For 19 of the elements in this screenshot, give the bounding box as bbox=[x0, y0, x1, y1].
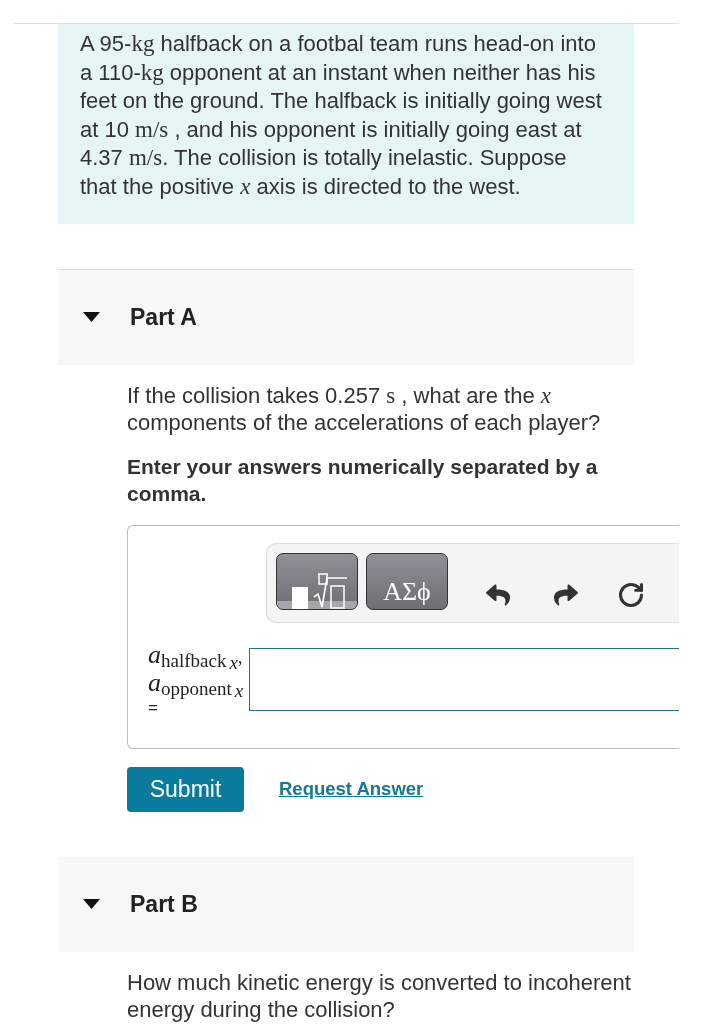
question-text: If the collision takes 0.257 s , what are the x components of the accelerations of each player? bbox=[127, 381, 602, 436]
reset-icon bbox=[617, 580, 645, 609]
request-answer-link[interactable]: Request Answer bbox=[279, 775, 424, 803]
submit-button[interactable]: Submit bbox=[127, 766, 244, 812]
caret-down-icon[interactable] bbox=[83, 899, 100, 910]
answer-input[interactable] bbox=[249, 647, 679, 711]
undo-icon bbox=[486, 582, 510, 607]
instruction-text: Enter your answers numerically separated by a comma. bbox=[127, 453, 599, 507]
templates-button[interactable] bbox=[276, 552, 358, 610]
caret-down-icon[interactable] bbox=[83, 312, 100, 323]
square-root-template-icon bbox=[292, 572, 348, 609]
part-header[interactable]: Part A bbox=[58, 268, 634, 365]
greek-letters-button[interactable]: ΑΣϕ bbox=[366, 552, 448, 610]
question-text: How much kinetic energy is converted to incoherent energy during the collision? bbox=[127, 968, 632, 1023]
problem-text: A 95-kg halfback on a footbal team runs head-on into a 110-kg opponent at an instant when neither has his feet on the ground. The halfback is initially going west at 10 m/s , and his opponent is initially going east at 4.37 m/s. The collision is totally inelastic. Suppose that the positive x axis is directed to the west. bbox=[80, 30, 603, 201]
redo-icon bbox=[554, 582, 578, 607]
part-title: Part A bbox=[130, 302, 197, 332]
part-title: Part B bbox=[130, 889, 198, 919]
part-header[interactable]: Part B bbox=[58, 856, 634, 952]
